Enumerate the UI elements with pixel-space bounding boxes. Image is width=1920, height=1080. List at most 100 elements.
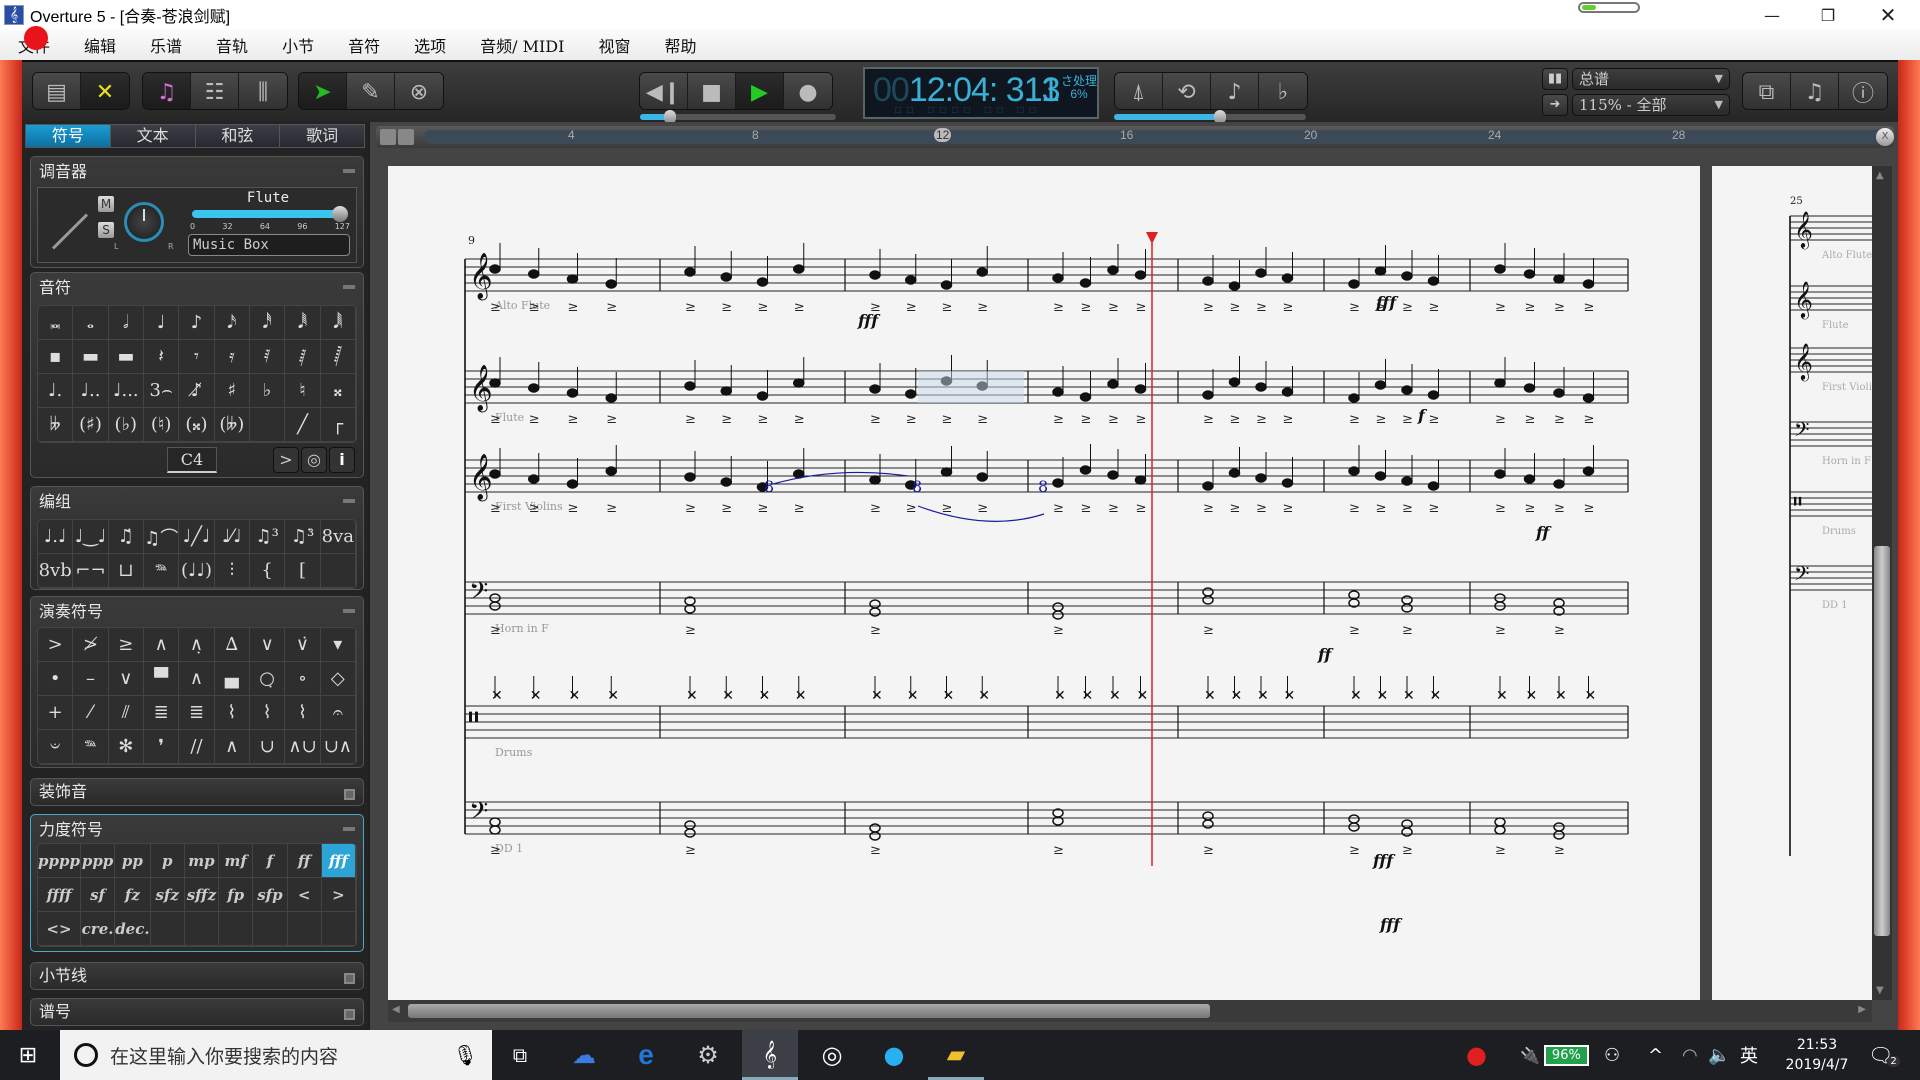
taskbar-search[interactable]: 在这里输入你要搜索的内容 🎙 bbox=[60, 1030, 492, 1080]
microphone-icon[interactable]: 🎙 bbox=[453, 1043, 478, 1067]
articulation-palette-item[interactable]: ⌇ bbox=[285, 696, 321, 730]
tools-icon[interactable]: ✕ bbox=[81, 73, 129, 109]
articulation-palette-item[interactable]: ∧ bbox=[143, 628, 180, 662]
note-palette-item[interactable]: 𝅗𝅥 bbox=[108, 306, 144, 340]
horizontal-scrollbar[interactable]: ◀ ▶ bbox=[388, 1000, 1872, 1022]
ruler-end-button[interactable]: X bbox=[1876, 128, 1894, 146]
grouping-palette-item[interactable]: (♩♩) bbox=[179, 554, 215, 588]
note-palette-item[interactable]: ♯ bbox=[214, 374, 250, 408]
dynamics-palette-item[interactable]: < bbox=[287, 878, 322, 912]
articulation-palette-item[interactable]: // bbox=[179, 730, 215, 764]
articulation-palette-item[interactable]: ∨̇ bbox=[285, 628, 321, 662]
scroll-left-icon[interactable]: ◀ bbox=[392, 1004, 400, 1015]
note-palette-item[interactable]: 𝅘𝅥𝅲 bbox=[320, 306, 356, 340]
articulation-palette-item[interactable]: ∧ bbox=[214, 730, 250, 764]
note-palette-item[interactable]: ♩. bbox=[38, 374, 74, 408]
articulation-palette-item[interactable]: ⫽ bbox=[108, 696, 144, 730]
dynamics-palette-item[interactable]: <> bbox=[38, 912, 81, 946]
expand-icon[interactable] bbox=[344, 1009, 355, 1020]
note-palette-item[interactable]: 𝅘𝅥𝅰 bbox=[249, 306, 286, 340]
media-player-icon[interactable]: ⚙ bbox=[680, 1030, 736, 1080]
note-palette-item[interactable]: (♭) bbox=[108, 408, 144, 442]
expand-icon[interactable] bbox=[344, 973, 355, 984]
articulation-palette-item[interactable]: ∆ bbox=[214, 628, 250, 662]
collapse-icon[interactable] bbox=[343, 609, 355, 613]
scroll-down-icon[interactable]: ▼ bbox=[1876, 985, 1884, 996]
pages-icon[interactable]: ⧉ bbox=[1743, 73, 1791, 109]
note-palette-item[interactable]: (♯) bbox=[73, 408, 109, 442]
note-palette-item[interactable]: 𝅁 bbox=[285, 340, 321, 374]
score-page[interactable]: 9 𝄞 Alto Flute ≥ ≥ ≥ ≥ ≥ ≥ ≥ ≥ ≥ ≥ ≥ ≥ ≥ ≥ ≥ ≥ ≥ ≥ ≥ ≥ ≥ ≥ ≥ ≥ ≥ ≥ ≥ ≥… bbox=[388, 166, 1700, 1000]
note-palette-item[interactable]: 𝅝 bbox=[73, 306, 109, 340]
restore-button[interactable]: ❐ bbox=[1800, 0, 1856, 30]
notification-center-icon[interactable]: 🗨 2 bbox=[1868, 1030, 1900, 1080]
dynamics-palette-item[interactable]: sfz bbox=[150, 878, 185, 912]
scroll-thumb[interactable] bbox=[1874, 546, 1890, 936]
dynamics-palette-item[interactable]: fp bbox=[219, 878, 254, 912]
menu-edit[interactable]: 编辑 bbox=[84, 33, 116, 57]
grouping-palette-item[interactable]: ♫³̇ bbox=[285, 520, 321, 554]
articulation-palette-item[interactable]: + bbox=[38, 696, 74, 730]
tab-chords[interactable]: 和弦 bbox=[195, 125, 281, 147]
articulation-palette-item[interactable]: • bbox=[38, 662, 74, 696]
midi-icon[interactable]: ◎ bbox=[301, 447, 327, 473]
battery-indicator[interactable]: 🔌 96% bbox=[1520, 1030, 1589, 1080]
grouping-palette-item[interactable]: ♫̇ bbox=[108, 520, 144, 554]
note-palette-item[interactable]: ♭ bbox=[249, 374, 286, 408]
vertical-scrollbar[interactable]: ▲ ▼ bbox=[1872, 166, 1892, 1000]
rewind-icon[interactable]: ◀❙ bbox=[640, 73, 688, 109]
list-icon[interactable]: ☷ bbox=[191, 73, 239, 109]
articulation-palette-item[interactable]: ≣ bbox=[143, 696, 180, 730]
patch-selector[interactable]: Music Box bbox=[188, 234, 350, 256]
articulation-palette-item[interactable]: ▀ bbox=[143, 662, 180, 696]
overture-icon[interactable]: 𝄞 bbox=[742, 1030, 798, 1080]
clock[interactable]: 21:53 2019/4/7 bbox=[1776, 1030, 1858, 1080]
articulation-palette-item[interactable]: ⌇ bbox=[249, 696, 286, 730]
dynamics-palette-item[interactable]: sf bbox=[80, 878, 116, 912]
erase-icon[interactable]: ⊗ bbox=[395, 73, 443, 109]
key-signature-icon[interactable]: ♭ bbox=[1259, 73, 1307, 109]
collapse-icon[interactable] bbox=[343, 285, 355, 289]
expand-icon[interactable] bbox=[344, 789, 355, 800]
dynamics-palette-item[interactable]: sffz bbox=[184, 878, 220, 912]
dynamics-palette-item[interactable]: fz bbox=[115, 878, 151, 912]
stop-icon[interactable]: ■ bbox=[688, 73, 736, 109]
grouping-palette-item[interactable]: ♫³ bbox=[249, 520, 286, 554]
menu-audio-midi[interactable]: 音频/ MIDI bbox=[480, 33, 564, 57]
articulation-palette-item[interactable]: ∪ bbox=[249, 730, 286, 764]
menu-window[interactable]: 视窗 bbox=[598, 33, 630, 57]
zoom-out-button[interactable] bbox=[380, 129, 396, 145]
articulation-palette-item[interactable]: ◇ bbox=[320, 662, 356, 696]
volume-slider[interactable] bbox=[192, 206, 348, 222]
ruler-track[interactable] bbox=[424, 130, 1884, 144]
grouping-palette-item[interactable]: ⫶ bbox=[214, 554, 250, 588]
articulation-palette-item[interactable]: ❜ bbox=[143, 730, 180, 764]
note-palette-item[interactable]: 𝄾 bbox=[179, 340, 215, 374]
menu-score[interactable]: 乐谱 bbox=[150, 33, 182, 57]
note-palette-item[interactable]: 𝄽 bbox=[143, 340, 180, 374]
articulation-palette-item[interactable]: ≣ bbox=[179, 696, 215, 730]
lenovo-icon[interactable]: ● bbox=[1466, 1030, 1487, 1080]
grouping-palette-item[interactable]: ⌐¬ bbox=[73, 554, 109, 588]
dynamics-palette-item[interactable]: fff bbox=[321, 844, 356, 878]
dynamics-palette-item[interactable]: sfp bbox=[253, 878, 288, 912]
grouping-palette-item[interactable]: ♩.♩ bbox=[38, 520, 74, 554]
dynamics-palette-item[interactable]: ffff bbox=[38, 878, 81, 912]
play-icon[interactable]: ▶ bbox=[736, 73, 784, 109]
note-palette-item[interactable]: 𝄪 bbox=[320, 374, 356, 408]
drawer-icon[interactable]: ▤ bbox=[33, 73, 81, 109]
measure-ruler[interactable]: 4 8 12 16 20 24 28 X bbox=[376, 126, 1894, 148]
metronome-icon[interactable]: ⍋ bbox=[1115, 73, 1163, 109]
tempo-slider[interactable] bbox=[1114, 110, 1306, 124]
grouping-palette-item[interactable]: { bbox=[249, 554, 286, 588]
articulation-palette-item[interactable]: ▄ bbox=[214, 662, 250, 696]
note-palette-item[interactable]: 𝅂 bbox=[320, 340, 356, 374]
edge-icon[interactable]: e bbox=[618, 1030, 674, 1080]
collapse-icon[interactable] bbox=[343, 827, 355, 831]
info-icon[interactable]: ⓘ bbox=[1839, 73, 1887, 109]
info-icon[interactable]: i bbox=[329, 447, 355, 473]
collapse-icon[interactable] bbox=[343, 169, 355, 173]
grouping-palette-item[interactable]: 8vb bbox=[38, 554, 74, 588]
grouping-palette-item[interactable]: ♫⌒ bbox=[143, 520, 180, 554]
note-palette-item[interactable]: ♩... bbox=[108, 374, 144, 408]
